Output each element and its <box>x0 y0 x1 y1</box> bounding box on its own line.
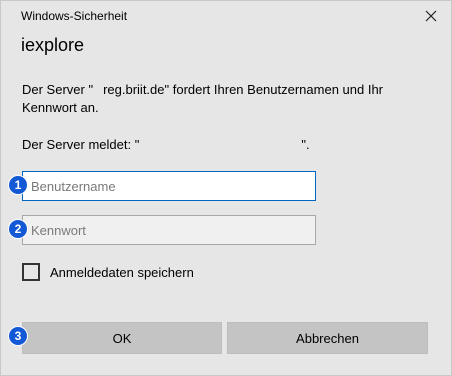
annotation-badge-1: 1 <box>9 176 27 194</box>
window-title: Windows-Sicherheit <box>21 9 128 23</box>
close-icon <box>425 10 437 22</box>
password-input[interactable] <box>22 215 316 245</box>
username-input[interactable] <box>22 171 316 201</box>
remember-credentials-checkbox[interactable] <box>22 263 40 281</box>
server-says-prefix: Der Server meldet: " <box>22 137 140 152</box>
annotation-badge-2: 2 <box>9 220 27 238</box>
cancel-button[interactable]: Abbrechen <box>227 322 428 354</box>
app-name: iexplore <box>21 35 85 55</box>
ok-button[interactable]: OK <box>22 322 222 354</box>
auth-message-part1: Der Server " <box>22 82 94 97</box>
server-says: Der Server meldet: " ". <box>22 137 310 152</box>
server-says-suffix: ". <box>301 137 310 152</box>
auth-message: Der Server " reg.briit.de" fordert Ihren … <box>22 81 432 117</box>
close-button[interactable] <box>419 4 443 28</box>
annotation-badge-3: 3 <box>9 327 27 345</box>
security-dialog: Windows-Sicherheit iexplore Der Server "… <box>0 0 452 376</box>
remember-credentials-label[interactable]: Anmeldedaten speichern <box>50 265 194 280</box>
